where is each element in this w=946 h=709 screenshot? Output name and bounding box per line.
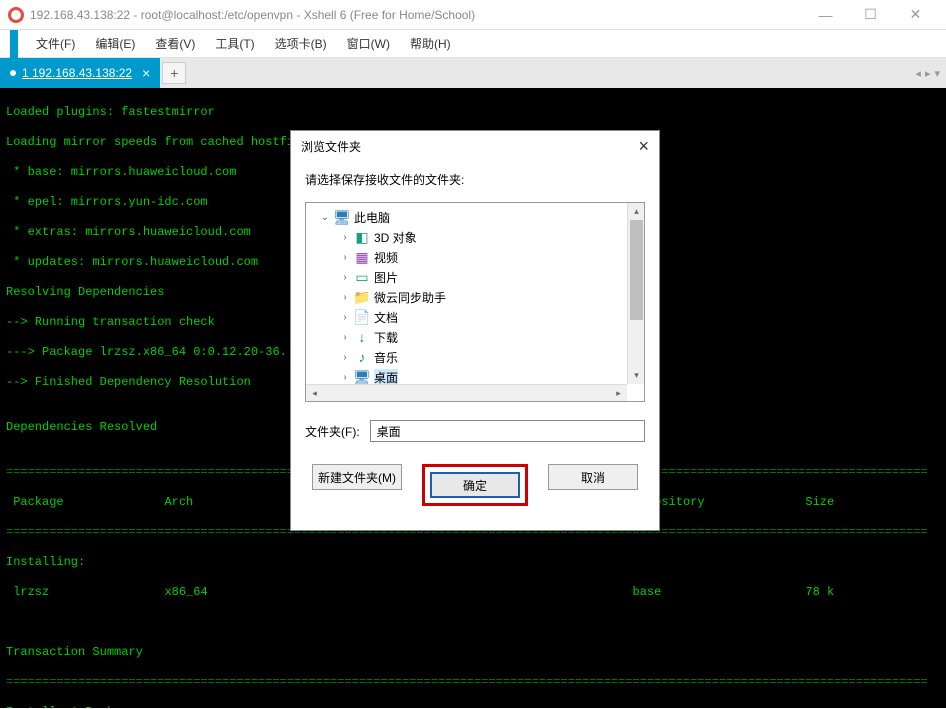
tree-root[interactable]: ⌄🖥此电脑 xyxy=(320,207,644,227)
folder-row: 文件夹(F): xyxy=(305,420,645,442)
folder-tree: ⌄🖥此电脑 ›◧3D 对象 ›▦视频 ›▭图片 ›📁微云同步助手 ›📄文档 ›↓… xyxy=(305,202,645,402)
menu-help[interactable]: 帮助(H) xyxy=(400,30,461,58)
window-title: 192.168.43.138:22 - root@localhost:/etc/… xyxy=(30,8,803,22)
tree-item-pictures[interactable]: ›▭图片 xyxy=(320,267,644,287)
expand-icon[interactable]: › xyxy=(340,312,350,323)
dialog-close-icon[interactable]: × xyxy=(638,136,649,157)
desktop-icon: 🖥 xyxy=(354,369,370,385)
expand-icon[interactable]: › xyxy=(340,252,350,263)
tree-item-documents[interactable]: ›📄文档 xyxy=(320,307,644,327)
session-tab[interactable]: 1 192.168.43.138:22 × xyxy=(0,58,160,88)
computer-icon: 🖥 xyxy=(334,209,350,225)
tree-scrollbar-horizontal[interactable]: ◂ ▸ xyxy=(306,384,627,401)
tab-label: 1 192.168.43.138:22 xyxy=(22,66,132,80)
music-icon: ♪ xyxy=(354,349,370,365)
browse-folder-dialog: 浏览文件夹 × 请选择保存接收文件的文件夹: ⌄🖥此电脑 ›◧3D 对象 ›▦视… xyxy=(290,130,660,531)
tab-menu-icon[interactable]: ▾ xyxy=(934,67,940,80)
terminal-divider: ========================================… xyxy=(6,675,940,690)
document-icon: 📄 xyxy=(354,309,370,325)
expand-icon[interactable]: › xyxy=(340,332,350,343)
terminal-package-row: lrzsz x86_64 base 78 k xyxy=(6,585,940,600)
accent-strip xyxy=(10,30,18,58)
scroll-right-icon[interactable]: ▸ xyxy=(610,385,627,402)
video-icon: ▦ xyxy=(354,249,370,265)
menu-window[interactable]: 窗口(W) xyxy=(337,30,400,58)
window-titlebar: 192.168.43.138:22 - root@localhost:/etc/… xyxy=(0,0,946,30)
folder-input[interactable] xyxy=(370,420,645,442)
dialog-buttons: 新建文件夹(M) 确定 取消 xyxy=(305,464,645,506)
menu-edit[interactable]: 编辑(E) xyxy=(85,30,145,58)
tab-nav: ◂ ▸ ▾ xyxy=(915,58,940,88)
dialog-titlebar: 浏览文件夹 × xyxy=(291,131,659,161)
tree-item-cloud[interactable]: ›📁微云同步助手 xyxy=(320,287,644,307)
terminal-line: Install 1 Package xyxy=(6,705,940,708)
window-controls: — ☐ ✕ xyxy=(803,0,938,30)
dialog-title: 浏览文件夹 xyxy=(301,138,361,155)
tab-prev-icon[interactable]: ◂ xyxy=(915,67,921,80)
new-folder-button[interactable]: 新建文件夹(M) xyxy=(312,464,402,490)
folder-label: 文件夹(F): xyxy=(305,423,360,440)
new-tab-button[interactable]: + xyxy=(162,62,186,84)
collapse-icon[interactable]: ⌄ xyxy=(320,212,330,223)
tab-next-icon[interactable]: ▸ xyxy=(925,67,931,80)
scroll-thumb[interactable] xyxy=(630,220,643,320)
terminal-line xyxy=(6,615,940,630)
minimize-button[interactable]: — xyxy=(803,0,848,30)
terminal-line: Transaction Summary xyxy=(6,645,940,660)
tree-scrollbar-vertical[interactable]: ▴ ▾ xyxy=(627,203,644,384)
expand-icon[interactable]: › xyxy=(340,372,350,383)
tree-item-music[interactable]: ›♪音乐 xyxy=(320,347,644,367)
download-icon: ↓ xyxy=(354,329,370,345)
maximize-button[interactable]: ☐ xyxy=(848,0,893,30)
ok-highlight: 确定 xyxy=(422,464,528,506)
cancel-button[interactable]: 取消 xyxy=(548,464,638,490)
tab-status-icon xyxy=(10,70,16,76)
scroll-up-icon[interactable]: ▴ xyxy=(628,203,645,220)
menu-file[interactable]: 文件(F) xyxy=(26,30,85,58)
ok-button[interactable]: 确定 xyxy=(430,472,520,498)
terminal-line: Loaded plugins: fastestmirror xyxy=(6,105,940,120)
scroll-down-icon[interactable]: ▾ xyxy=(628,367,645,384)
tree-item-downloads[interactable]: ›↓下载 xyxy=(320,327,644,347)
menu-bar: 文件(F) 编辑(E) 查看(V) 工具(T) 选项卡(B) 窗口(W) 帮助(… xyxy=(0,30,946,58)
menu-tabs[interactable]: 选项卡(B) xyxy=(265,30,337,58)
folder-icon: 📁 xyxy=(354,289,370,305)
scroll-left-icon[interactable]: ◂ xyxy=(306,385,323,402)
picture-icon: ▭ xyxy=(354,269,370,285)
menu-view[interactable]: 查看(V) xyxy=(145,30,205,58)
close-button[interactable]: ✕ xyxy=(893,0,938,30)
expand-icon[interactable]: › xyxy=(340,292,350,303)
terminal-line: Installing: xyxy=(6,555,940,570)
expand-icon[interactable]: › xyxy=(340,272,350,283)
dialog-body: 请选择保存接收文件的文件夹: ⌄🖥此电脑 ›◧3D 对象 ›▦视频 ›▭图片 ›… xyxy=(291,161,659,530)
tab-bar: 1 192.168.43.138:22 × + ◂ ▸ ▾ xyxy=(0,58,946,88)
tree-item-video[interactable]: ›▦视频 xyxy=(320,247,644,267)
tree-list: ⌄🖥此电脑 ›◧3D 对象 ›▦视频 ›▭图片 ›📁微云同步助手 ›📄文档 ›↓… xyxy=(306,203,644,395)
expand-icon[interactable]: › xyxy=(340,232,350,243)
cube-icon: ◧ xyxy=(354,229,370,245)
app-icon xyxy=(8,7,24,23)
tree-item-3d[interactable]: ›◧3D 对象 xyxy=(320,227,644,247)
tab-close-icon[interactable]: × xyxy=(142,65,150,81)
menu-tools[interactable]: 工具(T) xyxy=(205,30,264,58)
expand-icon[interactable]: › xyxy=(340,352,350,363)
dialog-hint: 请选择保存接收文件的文件夹: xyxy=(305,171,645,188)
